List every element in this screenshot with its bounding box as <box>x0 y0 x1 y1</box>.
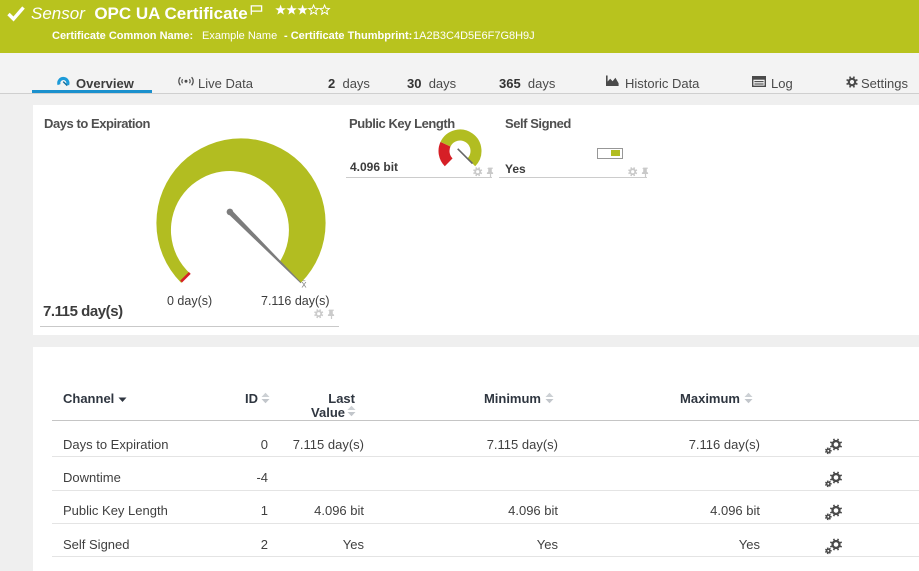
svg-text:x̄: x̄ <box>302 280 307 291</box>
